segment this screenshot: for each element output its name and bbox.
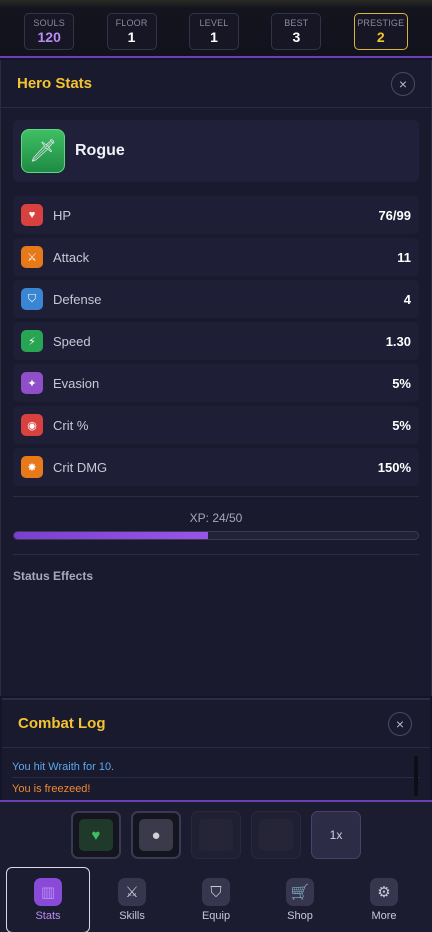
dash-icon: ✦ <box>21 372 43 394</box>
stat-value: 4 <box>403 291 411 307</box>
top-stats-bar: SOULS 120 FLOOR 1 LEVEL 1 BEST 3 PRESTIG… <box>0 0 432 58</box>
close-icon[interactable]: × <box>388 711 412 736</box>
prestige-button[interactable]: PRESTIGE 2 <box>353 12 408 50</box>
stat-row-evasion: ✦ Evasion 5% <box>13 364 419 402</box>
target-icon: ◉ <box>21 414 43 436</box>
quick-slot-1[interactable]: ♥ <box>71 811 121 859</box>
stat-name: HP <box>53 207 72 223</box>
stat-row-crit: ◉ Crit % 5% <box>13 406 419 444</box>
level-counter: LEVEL 1 <box>188 12 239 50</box>
burst-icon: ✸ <box>21 456 43 478</box>
bomb-icon: ● <box>139 819 173 851</box>
quick-slot-2[interactable]: ● <box>131 811 181 859</box>
lightning-icon: ⚡ <box>21 330 43 352</box>
crossed-swords-icon: ⚔ <box>21 246 43 268</box>
empty-slot-icon <box>199 819 233 851</box>
stat-value: 5% <box>392 417 411 433</box>
stat-name: Speed <box>53 333 91 349</box>
stat-value: 5% <box>392 375 411 391</box>
level-label: LEVEL <box>199 17 229 28</box>
stat-row-attack: ⚔ Attack 11 <box>13 238 419 276</box>
stat-row-hp: ♥ HP 76/99 <box>13 196 419 234</box>
level-value: 1 <box>210 28 218 45</box>
floor-value: 1 <box>127 28 136 45</box>
quick-slots: ♥ ● 1x <box>0 802 432 859</box>
nav-stats[interactable]: ▥ Stats <box>6 867 91 932</box>
nav-label: More <box>371 910 397 922</box>
gear-icon: ⚙ <box>369 878 398 906</box>
prestige-label: PRESTIGE <box>357 17 405 28</box>
stat-name: Crit DMG <box>53 459 108 475</box>
speed-button[interactable]: 1x <box>311 811 361 859</box>
empty-slot-icon <box>259 819 293 851</box>
stat-row-crit-dmg: ✸ Crit DMG 150% <box>13 448 419 486</box>
log-entry: You hit Wraith for 10. <box>12 756 420 778</box>
bottom-bar: ♥ ● 1x ▥ Stats ⚔ Skills ⛉ Equip 🛒 Shop ⚙ More <box>0 800 432 932</box>
souls-counter: SOULS 120 <box>24 12 75 50</box>
hero-stats-header: Hero Stats × <box>1 60 431 108</box>
status-effects-title: Status Effects <box>13 569 94 583</box>
xp-bar <box>13 531 419 540</box>
stat-value: 1.30 <box>385 333 411 349</box>
xp-bar-fill <box>14 532 208 539</box>
stat-value: 11 <box>397 249 411 265</box>
combat-log-header: Combat Log × <box>2 700 430 748</box>
nav-label: Stats <box>35 910 61 922</box>
floor-label: FLOOR <box>115 17 148 28</box>
quick-slot-4 <box>251 811 301 859</box>
log-entry: You is freezeed! <box>12 783 91 795</box>
combat-log: Combat Log × You hit Wraith for 10. You … <box>2 698 430 800</box>
stat-row-speed: ⚡ Speed 1.30 <box>13 322 419 360</box>
stat-value: 76/99 <box>378 207 411 223</box>
bottom-nav: ▥ Stats ⚔ Skills ⛉ Equip 🛒 Shop ⚙ More <box>0 867 432 932</box>
shield-icon: ⛉ <box>21 288 43 310</box>
scrollbar[interactable] <box>414 756 418 796</box>
shield-icon: ⛉ <box>202 878 230 906</box>
best-counter: BEST 3 <box>271 12 322 50</box>
divider <box>13 496 419 497</box>
stat-name: Attack <box>53 249 90 265</box>
xp-label: XP: 24/50 <box>189 511 243 525</box>
hero-name: Rogue <box>75 142 125 159</box>
nav-more[interactable]: ⚙ More <box>342 867 426 932</box>
dagger-icon: 🗡 <box>21 129 65 173</box>
stat-list: ♥ HP 76/99 ⚔ Attack 11 ⛉ Defense 4 ⚡ Speed 1.30 ✦ Eva… <box>13 196 419 486</box>
best-label: BEST <box>284 17 309 28</box>
souls-value: 120 <box>37 28 61 45</box>
nav-shop[interactable]: 🛒 Shop <box>258 867 342 932</box>
combat-log-entries[interactable]: You hit Wraith for 10. You is freezeed! <box>2 748 430 800</box>
combat-log-title: Combat Log <box>18 715 106 732</box>
best-value: 3 <box>292 28 301 45</box>
heart-potion-icon: ♥ <box>79 819 113 851</box>
stat-name: Defense <box>53 291 102 307</box>
nav-label: Shop <box>287 910 313 922</box>
crossed-swords-icon: ⚔ <box>118 878 147 906</box>
xp-section: XP: 24/50 <box>1 511 431 540</box>
quick-slot-3 <box>191 811 241 859</box>
hero-card: 🗡 Rogue <box>13 120 419 182</box>
heart-icon: ♥ <box>21 204 43 226</box>
close-icon[interactable]: × <box>391 71 415 96</box>
nav-skills[interactable]: ⚔ Skills <box>90 867 174 932</box>
stat-name: Evasion <box>53 375 100 391</box>
stat-row-defense: ⛉ Defense 4 <box>13 280 419 318</box>
prestige-value: 2 <box>376 28 385 45</box>
nav-label: Equip <box>201 910 231 922</box>
hero-stats-panel: Hero Stats × 🗡 Rogue ♥ HP 76/99 ⚔ Attack 11 ⛉ D… <box>0 60 432 696</box>
souls-label: SOULS <box>33 17 65 28</box>
cart-icon: 🛒 <box>285 878 314 906</box>
floor-counter: FLOOR 1 <box>106 12 157 50</box>
panel-title: Hero Stats <box>17 75 93 92</box>
divider <box>13 554 419 555</box>
nav-equip[interactable]: ⛉ Equip <box>174 867 258 932</box>
bar-chart-icon: ▥ <box>34 878 63 906</box>
nav-label: Skills <box>119 910 145 922</box>
stat-name: Crit % <box>53 417 89 433</box>
stat-value: 150% <box>377 459 411 475</box>
